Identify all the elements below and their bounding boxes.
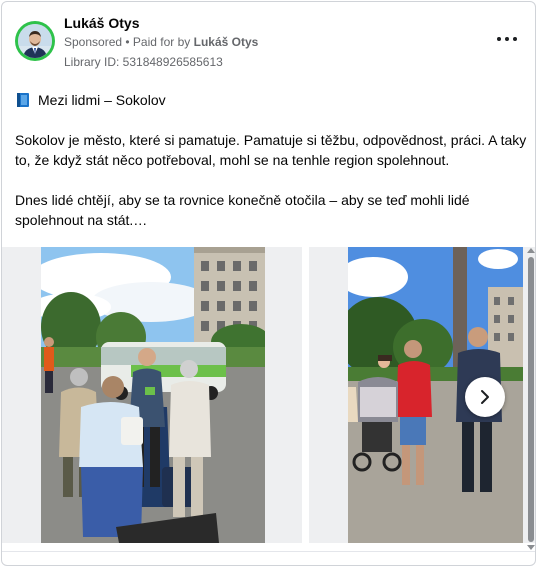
sponsor-line: Sponsored • Paid for by Lukáš Otys (64, 35, 258, 49)
sponsored-label[interactable]: Sponsored (64, 35, 122, 49)
post-title-text: Mezi lidmi – Sokolov (38, 92, 166, 108)
post-title: Mezi lidmi – Sokolov (16, 92, 166, 108)
photo-people-street[interactable] (41, 247, 265, 543)
divider (2, 551, 535, 552)
paid-for-prefix: Paid for by (132, 35, 194, 49)
more-options-button[interactable] (496, 32, 518, 46)
carousel-next-button[interactable] (465, 377, 505, 417)
avatar-ring[interactable] (15, 21, 55, 61)
scrollbar[interactable] (526, 247, 535, 552)
more-dot (513, 37, 517, 41)
post-paragraph-2: Dnes lidé chtějí, aby se ta rovnice kone… (15, 192, 470, 228)
blue-book-icon (16, 93, 30, 107)
scroll-down-arrow-icon[interactable] (527, 545, 535, 550)
more-dot (505, 37, 509, 41)
carousel-slide-1[interactable] (2, 247, 302, 543)
library-id: Library ID: 531848926585613 (64, 55, 223, 69)
paid-for-name: Lukáš Otys (193, 35, 259, 49)
avatar[interactable] (18, 24, 52, 58)
scrollbar-thumb[interactable] (528, 257, 534, 542)
page-name[interactable]: Lukáš Otys (64, 15, 139, 31)
more-horizontal-icon (497, 37, 501, 41)
ad-card: Lukáš Otys Sponsored • Paid for by Lukáš… (1, 1, 536, 566)
separator-dot: • (122, 35, 133, 49)
image-carousel (2, 245, 535, 545)
post-paragraph-1: Sokolov je město, které si pamatuje. Pam… (15, 132, 527, 168)
scroll-up-arrow-icon[interactable] (527, 248, 535, 253)
chevron-right-icon (481, 390, 489, 404)
